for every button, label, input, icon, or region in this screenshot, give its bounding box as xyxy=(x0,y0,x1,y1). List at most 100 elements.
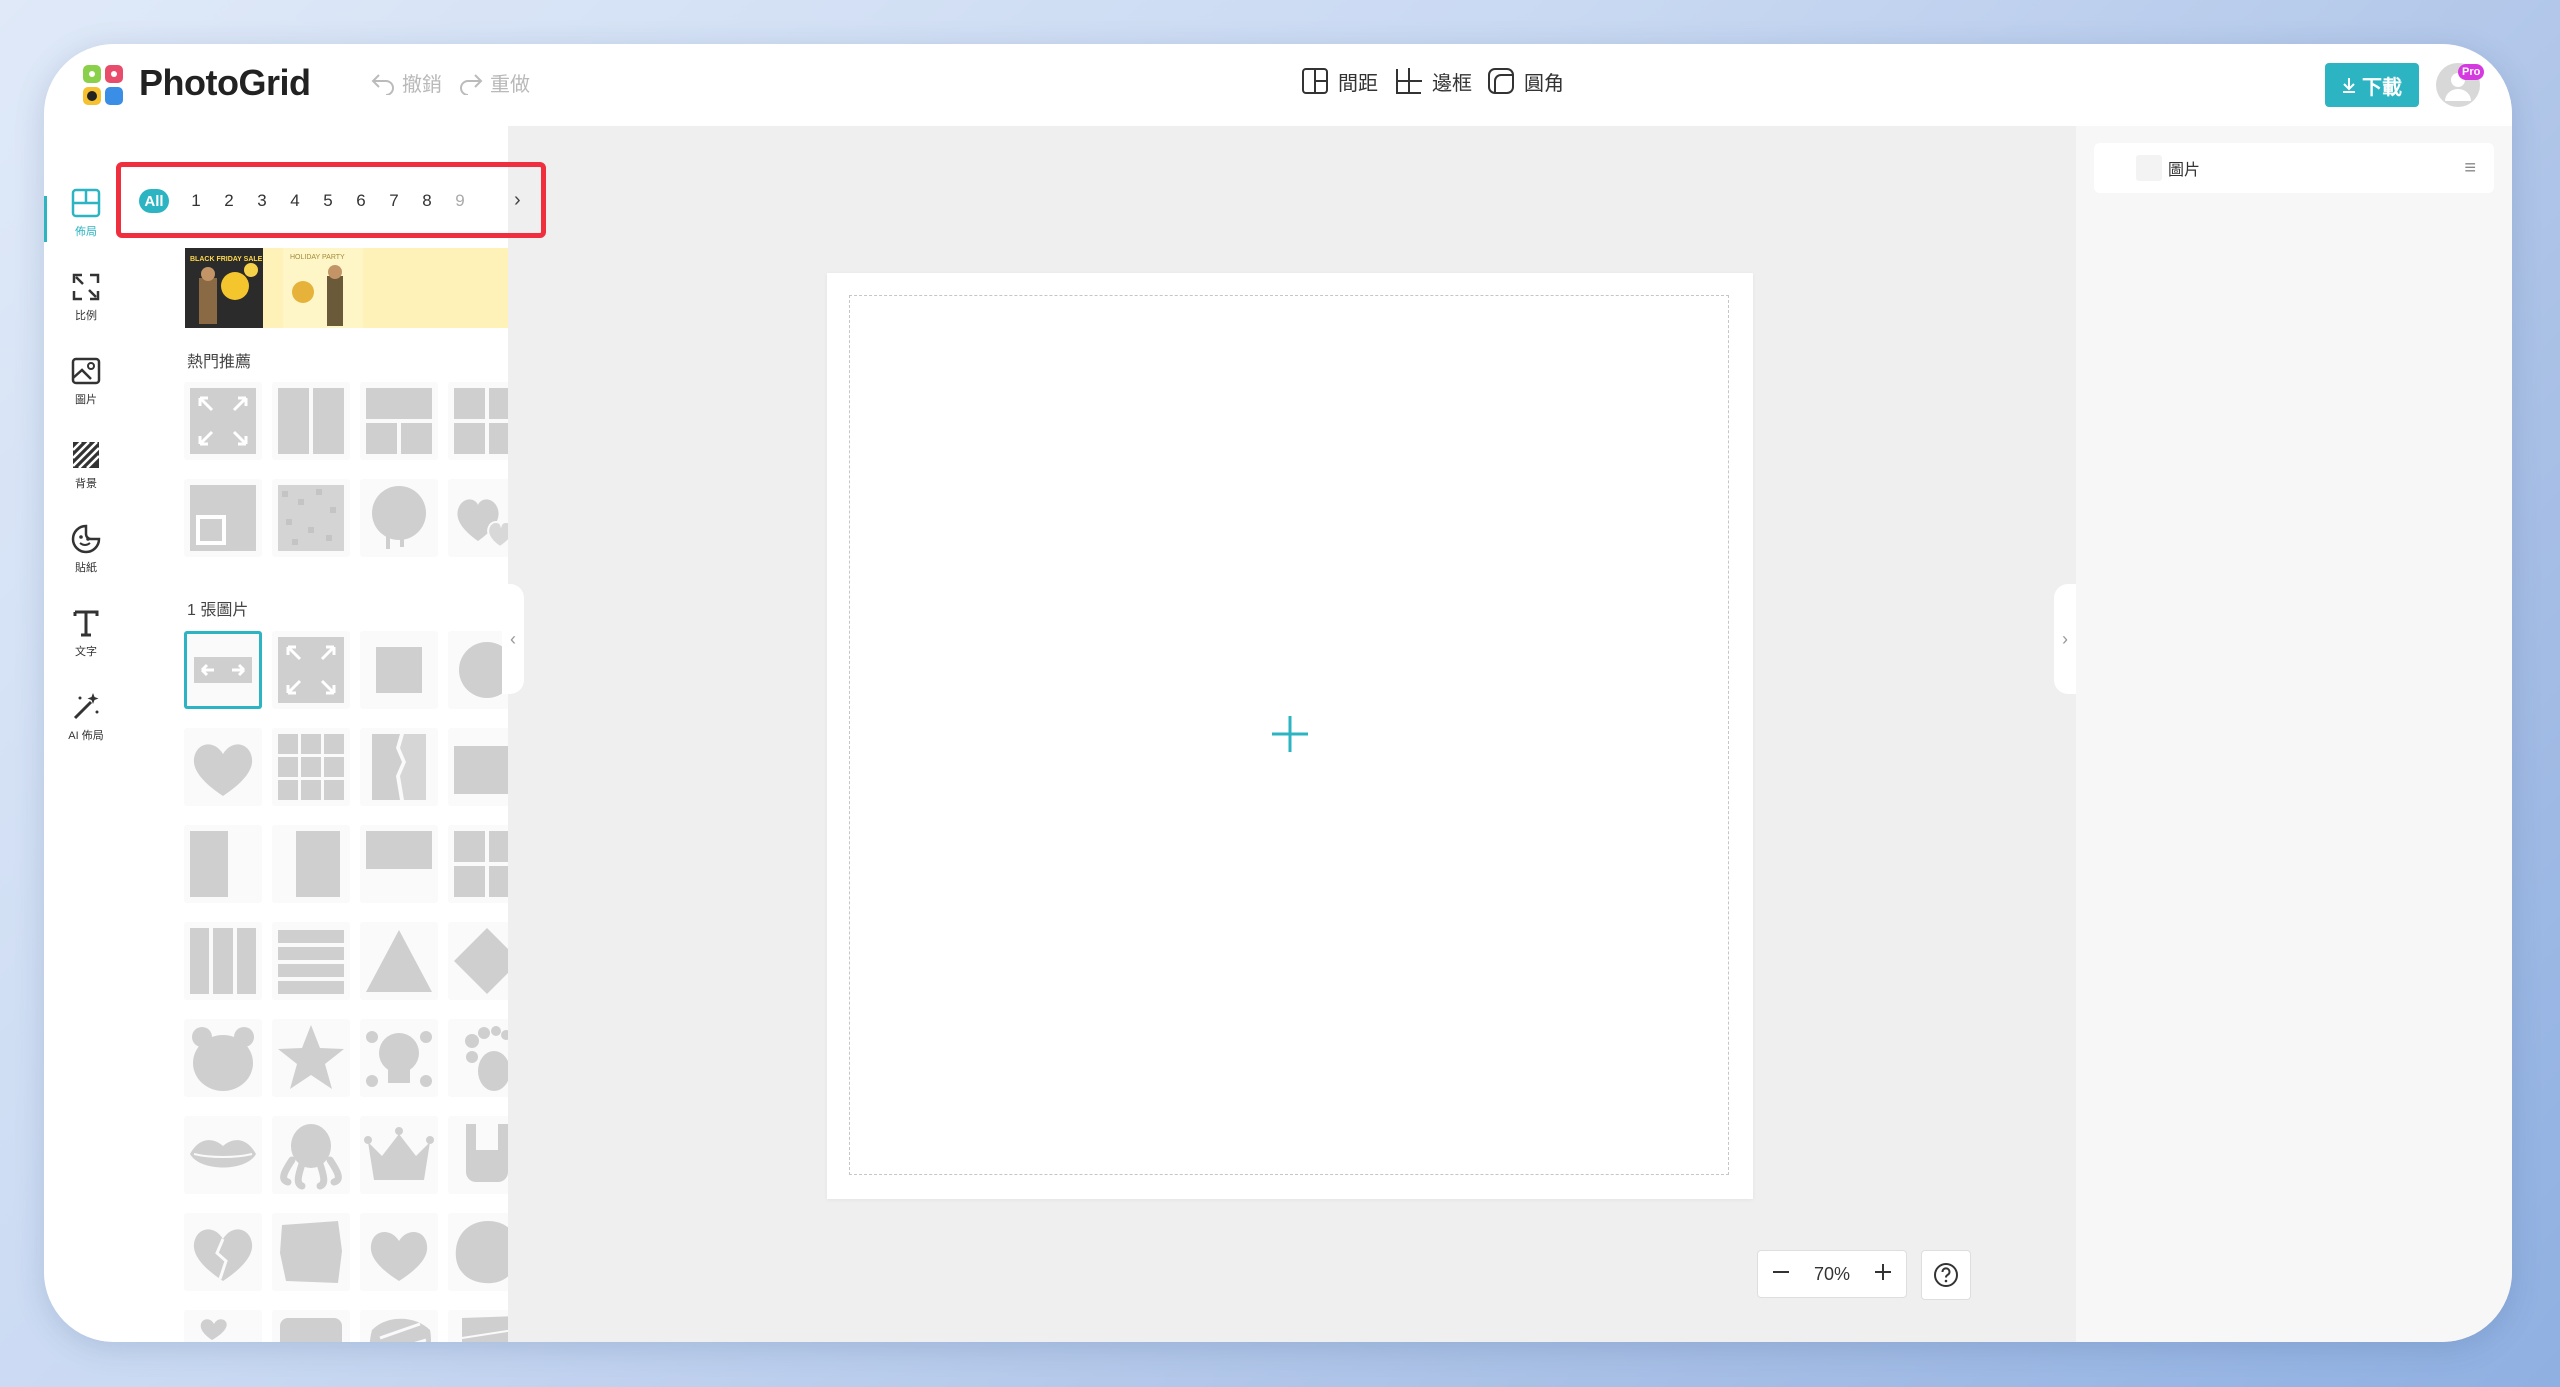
layout-tile[interactable] xyxy=(272,479,350,557)
redo-icon xyxy=(460,73,483,95)
layout-tile[interactable] xyxy=(184,825,262,903)
layers-panel: 圖片 ≡ xyxy=(2076,126,2512,1342)
sidebar-item-background[interactable]: 背景 xyxy=(44,438,128,491)
border-tool[interactable]: 邊框 xyxy=(1394,66,1472,96)
layout-brush-stroke-icon xyxy=(461,1316,508,1342)
spacing-label: 間距 xyxy=(1338,72,1378,95)
sidebar-item-ai-layout[interactable]: AI 佈局 xyxy=(44,690,128,743)
layout-tile[interactable] xyxy=(360,382,438,460)
redo-button[interactable]: 重做 xyxy=(458,68,530,97)
layout-tile[interactable] xyxy=(360,1116,438,1194)
layout-tile[interactable] xyxy=(272,631,350,709)
layout-tile[interactable] xyxy=(448,1310,508,1342)
app-window: PhotoGrid 撤銷 重做 間距 邊框 圓角 下載 Pro 佈局 比例 圖片… xyxy=(44,44,2512,1342)
layout-tile[interactable] xyxy=(272,1213,350,1291)
layout-tile[interactable] xyxy=(184,728,262,806)
layout-tile[interactable] xyxy=(184,382,262,460)
layout-tile[interactable] xyxy=(448,728,508,806)
layout-tile[interactable] xyxy=(360,1213,438,1291)
layout-tile[interactable] xyxy=(272,728,350,806)
layout-tile[interactable] xyxy=(184,1019,262,1097)
zoom-out-button[interactable] xyxy=(1772,1263,1790,1286)
layout-tile[interactable] xyxy=(272,922,350,1000)
layout-tile[interactable] xyxy=(272,825,350,903)
layout-tile[interactable] xyxy=(184,1310,262,1342)
collapse-right-panel-button[interactable]: › xyxy=(2054,584,2076,694)
add-photo-icon[interactable] xyxy=(1270,714,1310,754)
layout-two-column-icon xyxy=(278,388,344,454)
layout-tile[interactable] xyxy=(448,479,508,557)
layout-tile[interactable] xyxy=(448,922,508,1000)
chevron-right-icon: › xyxy=(2062,628,2068,649)
layout-tile[interactable] xyxy=(272,1116,350,1194)
layout-tile[interactable] xyxy=(272,1310,350,1342)
layout-tile[interactable] xyxy=(184,479,262,557)
layout-tile[interactable] xyxy=(360,1019,438,1097)
promo-thumbnail[interactable]: BLACK FRIDAY SALE xyxy=(185,248,263,328)
promo-thumbnail[interactable]: HOLIDAY PARTY xyxy=(283,248,363,328)
left-rail: 佈局 比例 圖片 背景 貼紙 文字 AI 佈局 xyxy=(44,126,128,1342)
layout-grid-four-icon xyxy=(454,388,508,454)
chevron-right-icon[interactable]: › xyxy=(514,189,521,212)
layout-tile[interactable] xyxy=(360,1310,438,1342)
layout-tile[interactable] xyxy=(448,1213,508,1291)
corner-tool[interactable]: 圓角 xyxy=(1486,66,1564,96)
layout-four-row-icon xyxy=(278,930,344,994)
page-filter-9[interactable]: 9 xyxy=(450,191,470,211)
page-filter-6[interactable]: 6 xyxy=(351,191,371,211)
layout-tile[interactable] xyxy=(448,1116,508,1194)
help-button[interactable] xyxy=(1921,1250,1971,1300)
layout-tile[interactable] xyxy=(448,382,508,460)
layout-tile[interactable] xyxy=(184,922,262,1000)
layout-tile[interactable] xyxy=(360,479,438,557)
menu-icon[interactable]: ≡ xyxy=(2464,157,2476,180)
page-filter-1[interactable]: 1 xyxy=(186,191,206,211)
photo-slot[interactable] xyxy=(849,295,1729,1175)
layout-tile[interactable] xyxy=(448,631,508,709)
layout-landscape-icon xyxy=(454,746,508,794)
undo-button[interactable]: 撤銷 xyxy=(370,68,442,97)
page-filter-7[interactable]: 7 xyxy=(384,191,404,211)
layout-tile[interactable] xyxy=(184,1116,262,1194)
layout-tile[interactable] xyxy=(184,1213,262,1291)
layout-tile[interactable] xyxy=(360,631,438,709)
spacing-tool[interactable]: 間距 xyxy=(1300,66,1378,96)
zoom-in-button[interactable] xyxy=(1874,1263,1892,1286)
page-filter-all[interactable]: All xyxy=(139,189,169,213)
page-filter-8[interactable]: 8 xyxy=(417,191,437,211)
collage-canvas xyxy=(827,273,1753,1199)
layout-horizontal-stretch-icon xyxy=(194,657,252,683)
layout-double-heart-icon xyxy=(457,499,508,549)
page-filter-3[interactable]: 3 xyxy=(252,191,272,211)
collapse-left-panel-button[interactable]: ‹ xyxy=(502,584,524,694)
sidebar-item-image[interactable]: 圖片 xyxy=(44,354,128,407)
corner-icon xyxy=(1488,68,1514,94)
layout-grid-nine-icon xyxy=(278,734,344,800)
layout-tile[interactable] xyxy=(360,922,438,1000)
promo-banner[interactable]: BLACK FRIDAY SALE HOLIDAY PARTY xyxy=(185,248,508,328)
layout-rounded-square-icon xyxy=(280,1318,342,1342)
sidebar-item-sticker[interactable]: 貼紙 xyxy=(44,522,128,575)
layer-item[interactable]: 圖片 ≡ xyxy=(2094,143,2494,193)
page-filter-2[interactable]: 2 xyxy=(219,191,239,211)
layout-tile[interactable] xyxy=(448,1019,508,1097)
layout-tile[interactable] xyxy=(184,631,262,709)
plus-icon xyxy=(1875,1263,1891,1280)
layout-tile[interactable] xyxy=(272,382,350,460)
page-filter-4[interactable]: 4 xyxy=(285,191,305,211)
layout-tile[interactable] xyxy=(448,825,508,903)
layout-tile[interactable] xyxy=(360,728,438,806)
redo-label: 重做 xyxy=(490,74,530,96)
layout-skull-icon xyxy=(366,1031,432,1087)
layout-tile[interactable] xyxy=(272,1019,350,1097)
layout-tile[interactable] xyxy=(360,825,438,903)
layout-expand-icon xyxy=(190,388,256,454)
sidebar-item-ratio[interactable]: 比例 xyxy=(44,270,128,323)
undo-icon xyxy=(371,73,394,95)
section-title-hot: 熱門推薦 xyxy=(187,354,252,371)
sidebar-item-text[interactable]: 文字 xyxy=(44,606,128,659)
download-button[interactable]: 下載 xyxy=(2325,63,2419,107)
page-filter-5[interactable]: 5 xyxy=(318,191,338,211)
sidebar-item-label: 貼紙 xyxy=(75,562,97,574)
layout-top-split-icon xyxy=(366,388,432,454)
